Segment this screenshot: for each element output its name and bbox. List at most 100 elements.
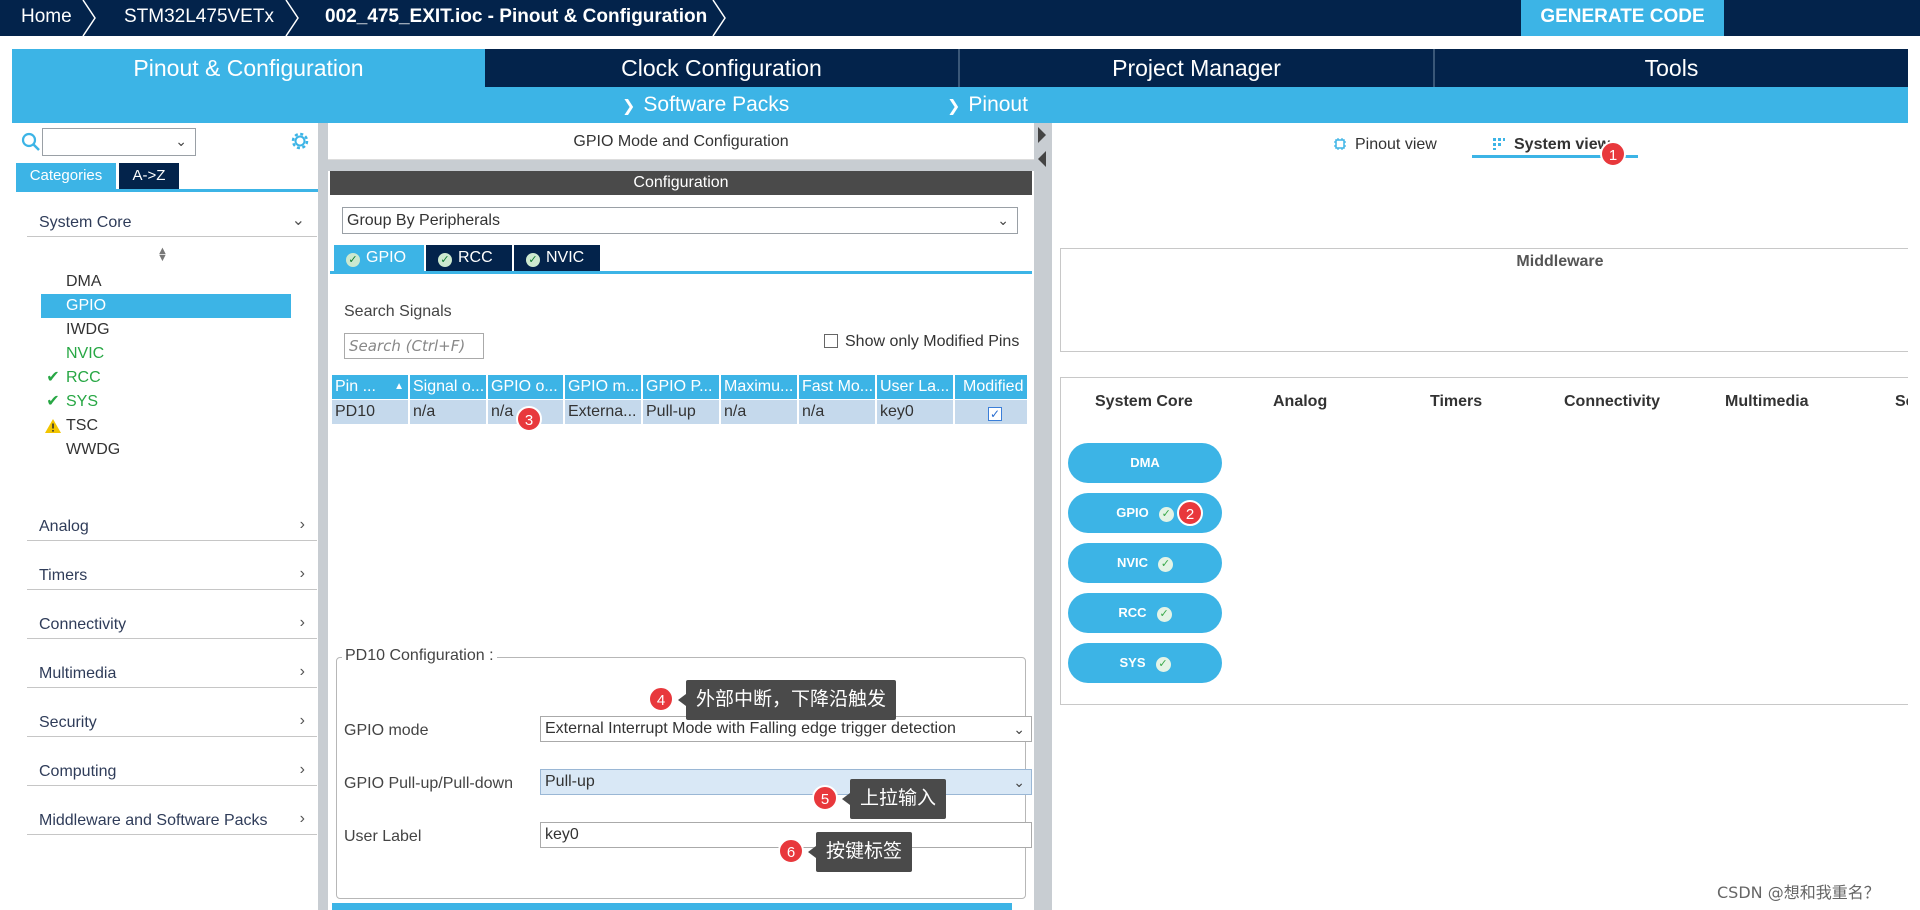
tab-rcc[interactable]: ✓ RCC <box>426 245 512 271</box>
annotation-callout: 外部中断，下降沿触发 <box>677 680 897 720</box>
check-icon: ✓ <box>1155 657 1171 672</box>
check-icon: ✓ <box>346 253 360 267</box>
generate-code-button[interactable]: GENERATE CODE <box>1521 0 1724 36</box>
table-cell[interactable]: key0 <box>877 400 954 424</box>
tab-clock-configuration[interactable]: Clock Configuration <box>485 49 960 87</box>
chevron-down-icon: ⌄ <box>1013 721 1025 737</box>
table-cell[interactable]: n/a <box>721 400 798 424</box>
breadcrumb-chevron-icon <box>285 0 299 36</box>
tab-a-to-z[interactable]: A->Z <box>119 163 179 189</box>
category-label: Computing <box>39 763 117 780</box>
table-cell[interactable]: Externa... <box>565 400 642 424</box>
check-icon: ✓ <box>1158 507 1174 522</box>
column-header[interactable]: Pin ... ▲ <box>332 375 409 399</box>
group-by-select[interactable]: Group By Peripherals ⌄ <box>342 207 1018 234</box>
column-security: Se <box>1895 393 1908 410</box>
column-header[interactable]: Maximu... <box>721 375 798 399</box>
column-header[interactable]: Signal o... <box>410 375 487 399</box>
chevron-right-icon: › <box>299 712 305 729</box>
category-system-core[interactable]: System Core ⌄ <box>27 203 317 237</box>
table-cell[interactable]: n/a <box>799 400 876 424</box>
system-core-item-gpio[interactable]: GPIO <box>41 294 291 318</box>
system-button-rcc[interactable]: RCC ✓ <box>1068 593 1222 633</box>
tab-tools[interactable]: Tools <box>1435 49 1908 87</box>
column-header[interactable]: User La... <box>877 375 954 399</box>
category-analog[interactable]: Analog › <box>27 507 317 541</box>
collapse-arrow-icon[interactable] <box>1034 123 1052 183</box>
category-label: System Core <box>39 214 132 231</box>
annotation-badge: 4 <box>648 686 674 712</box>
category-timers[interactable]: Timers › <box>27 556 317 590</box>
tab-label: GPIO <box>366 249 407 266</box>
user-label-label: User Label <box>344 828 422 845</box>
modified-checkbox[interactable]: ✓ <box>955 400 1028 424</box>
tab-pinout-configuration[interactable]: Pinout & Configuration <box>12 49 485 87</box>
column-header[interactable]: GPIO P... <box>643 375 720 399</box>
system-core-item-iwdg[interactable]: IWDG <box>41 318 291 342</box>
tab-label: NVIC <box>546 249 585 266</box>
sort-icon[interactable]: ▲ ▼ <box>157 246 168 264</box>
table-cell[interactable]: PD10 <box>332 400 409 424</box>
system-core-item-sys[interactable]: ✔ SYS <box>41 390 291 414</box>
table-cell[interactable]: Pull-up <box>643 400 720 424</box>
category-middleware[interactable]: Middleware and Software Packs › <box>27 801 317 835</box>
column-header[interactable]: GPIO m... <box>565 375 642 399</box>
column-header[interactable]: Fast Mo... <box>799 375 876 399</box>
item-label: WWDG <box>66 441 121 458</box>
system-core-item-rcc[interactable]: ✔ RCC <box>41 366 291 390</box>
tab-project-manager[interactable]: Project Manager <box>960 49 1435 87</box>
breadcrumb-device[interactable]: STM32L475VETx <box>124 0 274 36</box>
top-bar: Home STM32L475VETx 002_475_EXIT.ioc - Pi… <box>0 0 1920 36</box>
category-label: Timers <box>39 567 88 584</box>
system-button-sys[interactable]: SYS ✓ <box>1068 643 1222 683</box>
annotation-badge: 6 <box>778 838 804 864</box>
pinout-menu[interactable]: ❯ Pinout <box>947 87 1028 123</box>
annotation-callout: 按键标签 <box>807 832 913 872</box>
pill-label: GPIO <box>1116 505 1149 520</box>
main-tabs: Pinout & Configuration Clock Configurati… <box>12 49 1908 87</box>
item-label: NVIC <box>66 345 105 362</box>
search-signals-input[interactable]: Search (Ctrl+F) <box>344 333 484 359</box>
tab-underline <box>16 189 318 192</box>
tab-categories[interactable]: Categories <box>16 163 116 189</box>
category-connectivity[interactable]: Connectivity › <box>27 605 317 639</box>
breadcrumb-chevron-icon <box>712 0 726 36</box>
configuration-bar: Configuration <box>330 171 1032 195</box>
breadcrumb-file[interactable]: 002_475_EXIT.ioc - Pinout & Configuratio… <box>325 0 707 36</box>
category-security[interactable]: Security › <box>27 703 317 737</box>
system-core-item-dma[interactable]: DMA <box>41 270 291 294</box>
annotation-badge: 5 <box>812 785 838 811</box>
splitter[interactable] <box>1034 123 1052 910</box>
check-icon: ✓ <box>1156 607 1172 622</box>
column-timers: Timers <box>1430 393 1483 410</box>
left-panel: ⌄ Categories A->Z System Core ⌄ ▲ ▼ DMA G… <box>12 123 318 910</box>
splitter[interactable] <box>318 123 328 910</box>
scrollbar[interactable] <box>332 903 1012 910</box>
item-label: GPIO <box>66 297 107 314</box>
gpio-pull-select[interactable]: Pull-up ⌄ <box>540 769 1032 795</box>
breadcrumb-chevron-icon <box>82 0 96 36</box>
system-core-item-wwdg[interactable]: WWDG <box>41 438 291 462</box>
system-core-item-tsc[interactable]: TSC <box>41 414 291 438</box>
gpio-pull-label: GPIO Pull-up/Pull-down <box>344 775 513 792</box>
breadcrumb-home[interactable]: Home <box>21 0 72 36</box>
category-computing[interactable]: Computing › <box>27 752 317 786</box>
pinout-view-tab[interactable]: Pinout view <box>1333 132 1437 158</box>
system-button-dma[interactable]: DMA <box>1068 443 1222 483</box>
pin-config-title: PD10 Configuration : <box>342 647 497 665</box>
gear-icon[interactable] <box>288 129 312 153</box>
check-icon: ✔ <box>46 369 60 386</box>
tab-nvic[interactable]: ✓ NVIC <box>514 245 600 271</box>
search-combo[interactable]: ⌄ <box>42 128 196 156</box>
category-multimedia[interactable]: Multimedia › <box>27 654 317 688</box>
search-icon[interactable] <box>20 131 42 153</box>
check-icon: ✔ <box>46 393 60 410</box>
show-modified-checkbox[interactable]: Show only Modified Pins <box>824 333 1019 351</box>
column-header[interactable]: Modified <box>955 375 1028 399</box>
software-packs-menu[interactable]: ❯ Software Packs <box>622 87 789 123</box>
column-header[interactable]: GPIO o... <box>488 375 564 399</box>
system-core-item-nvic[interactable]: NVIC <box>41 342 291 366</box>
system-button-nvic[interactable]: NVIC ✓ <box>1068 543 1222 583</box>
tab-gpio[interactable]: ✓ GPIO <box>334 245 424 271</box>
table-cell[interactable]: n/a <box>410 400 487 424</box>
